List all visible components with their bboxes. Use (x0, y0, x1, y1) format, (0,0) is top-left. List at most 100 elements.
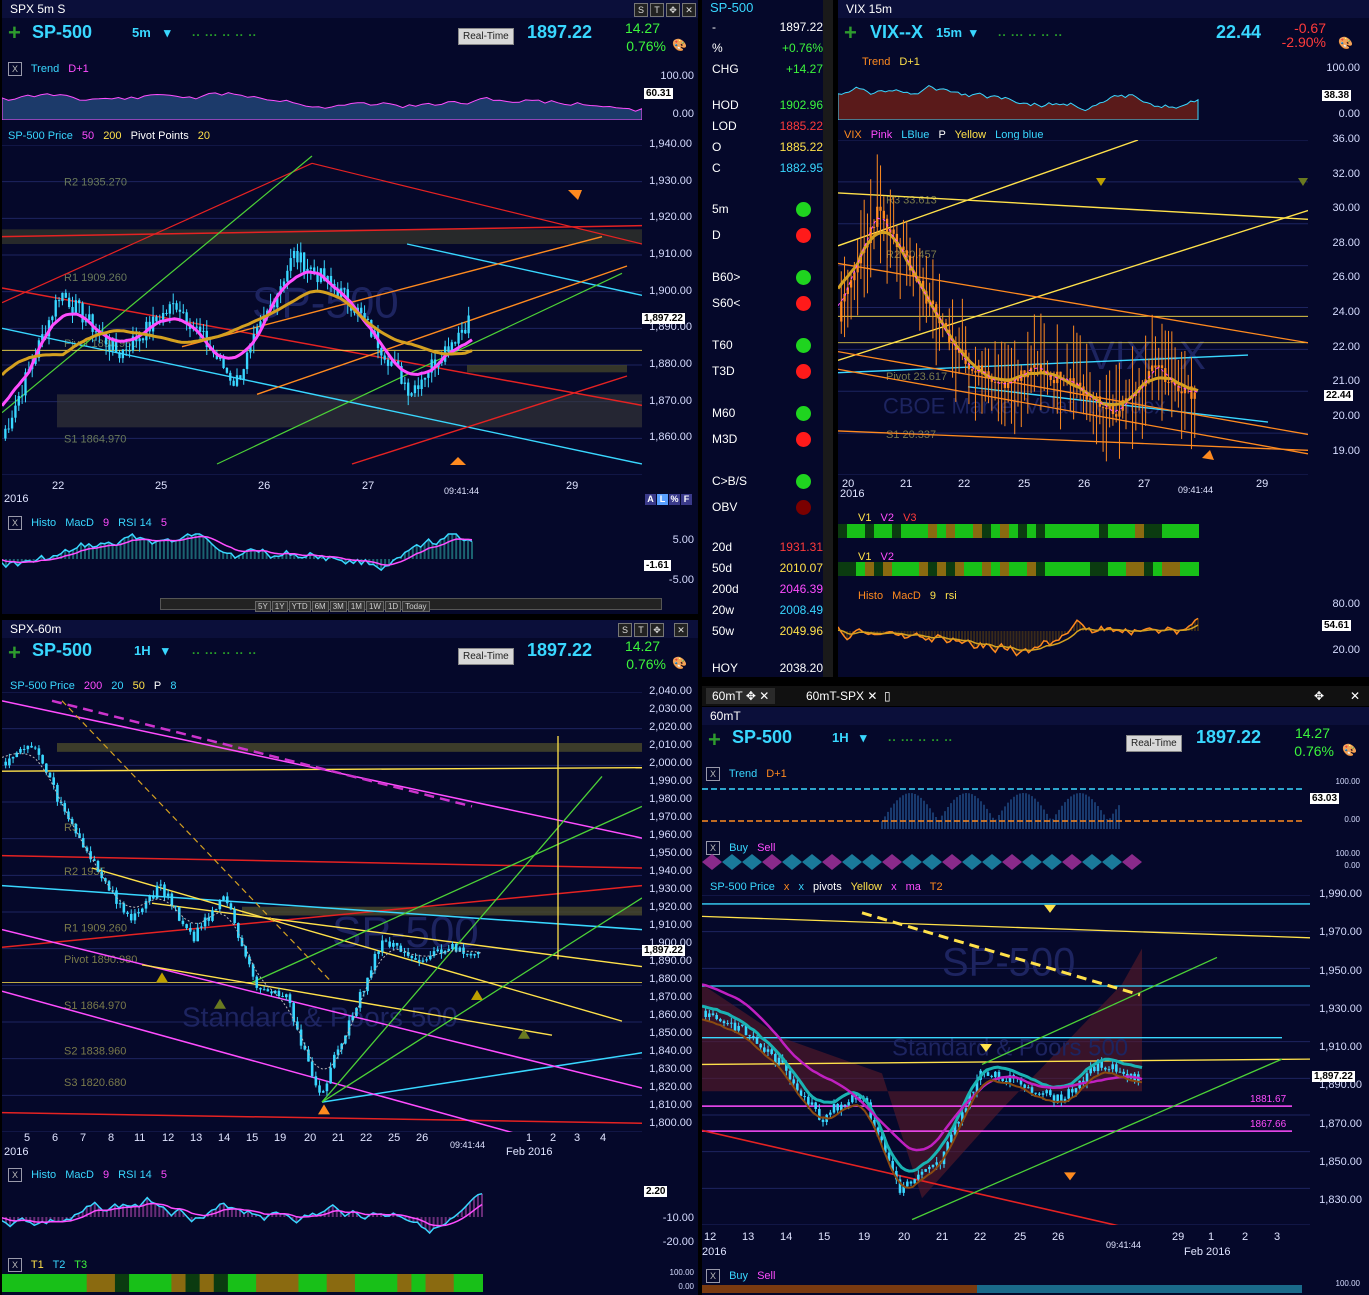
signal-row[interactable]: M60 (712, 406, 823, 422)
palette-icon[interactable]: 🎨 (672, 38, 687, 52)
toggle-a[interactable]: A (645, 494, 656, 505)
legend-item[interactable]: 200 (84, 680, 102, 692)
legend-item[interactable]: SP-500 Price (710, 881, 775, 893)
legend-item[interactable]: 8 (170, 680, 176, 692)
add-icon[interactable]: + (8, 22, 21, 44)
palette-icon[interactable]: 🎨 (672, 656, 687, 670)
settings-icon[interactable]: ✥ (1308, 688, 1330, 704)
t-icon[interactable]: T (650, 3, 664, 17)
range-button[interactable]: Today (402, 601, 430, 612)
signal-row[interactable]: T3D (712, 364, 823, 380)
watch-row[interactable]: CHG +14.27 (712, 62, 823, 78)
pane-titlebar[interactable]: VIX 15m (838, 0, 1369, 18)
range-button[interactable]: 5Y (255, 601, 271, 612)
legend-item[interactable]: P (154, 680, 161, 692)
add-icon[interactable]: + (8, 642, 21, 664)
chevron-down-icon[interactable]: ▾ (970, 25, 977, 41)
ma-row[interactable]: HOY 2038.20 (712, 661, 823, 677)
legend-item[interactable]: SP-500 Price (10, 680, 75, 692)
range-button[interactable]: 3M (329, 601, 347, 612)
close-icon[interactable]: ✕ (682, 3, 696, 17)
legend-item[interactable]: MacD (892, 590, 921, 602)
legend-item[interactable]: 50 (82, 130, 94, 142)
legend-item[interactable]: T1 (31, 1259, 44, 1271)
watch-row[interactable]: HOD 1902.96 (712, 98, 823, 114)
tab-60mt-spx[interactable]: 60mT-SPX ✕ (800, 688, 883, 704)
close-icon[interactable]: X (706, 767, 720, 781)
legend-item[interactable]: SP-500 Price (8, 130, 73, 142)
s-icon[interactable]: S (634, 3, 648, 17)
legend-item[interactable]: Histo (31, 1169, 56, 1181)
legend-item[interactable]: 50 (133, 680, 145, 692)
legend-item[interactable]: Histo (31, 517, 56, 529)
interval-label[interactable]: 15m (936, 25, 962, 40)
symbol-label[interactable]: SP-500 (32, 640, 92, 661)
legend-item[interactable]: T2 (930, 881, 943, 893)
legend-item[interactable]: Yellow (851, 881, 882, 893)
range-button[interactable]: 1M (347, 601, 365, 612)
tab-60mt[interactable]: 60mT ✥ ✕ (706, 688, 776, 704)
toggle-pct[interactable]: % (669, 494, 680, 505)
symbol-label[interactable]: SP-500 (732, 727, 792, 748)
legend-item[interactable]: T3 (74, 1259, 87, 1271)
watch-row[interactable]: LOD 1885.22 (712, 119, 823, 135)
signal-row[interactable]: B60> (712, 270, 823, 286)
close-icon[interactable]: ✕ (674, 623, 688, 637)
range-button[interactable]: 1D (384, 601, 402, 612)
legend-item[interactable]: x (891, 881, 897, 893)
legend-item[interactable]: 9 (103, 1169, 109, 1181)
ma-row[interactable]: 20d 1931.31 (712, 540, 823, 556)
legend-item[interactable]: D+1 (899, 56, 920, 68)
legend-item[interactable]: Buy (729, 1270, 748, 1282)
s-icon[interactable]: S (618, 623, 632, 637)
legend-item[interactable]: 5 (161, 1169, 167, 1181)
signal-row[interactable]: M3D (712, 432, 823, 448)
interval-label[interactable]: 1H (134, 643, 151, 658)
signal-row[interactable]: S60< (712, 296, 823, 312)
scrollbar[interactable] (823, 0, 833, 677)
toggle-f[interactable]: F (681, 494, 692, 505)
pane-titlebar[interactable]: 60mT (702, 707, 1369, 725)
new-tab-icon[interactable]: ▯ (878, 688, 897, 704)
legend-item[interactable]: Trend (862, 56, 890, 68)
signal-row[interactable]: T60 (712, 338, 823, 354)
watch-row[interactable]: % +0.76% (712, 41, 823, 57)
ma-row[interactable]: 200d 2046.39 (712, 582, 823, 598)
range-button[interactable]: YTD (288, 601, 311, 612)
close-icon[interactable]: X (8, 516, 22, 530)
pane-titlebar[interactable]: SPX-60m S T ✥ ✕ (2, 620, 698, 638)
legend-item[interactable]: RSI 14 (118, 517, 152, 529)
toggle-l[interactable]: L (657, 494, 668, 505)
legend-item[interactable]: D+1 (766, 768, 787, 780)
legend-item[interactable]: 200 (103, 130, 121, 142)
close-icon[interactable]: X (8, 1258, 22, 1272)
interval-label[interactable]: 1H (832, 730, 849, 745)
add-icon[interactable]: + (708, 729, 721, 751)
legend-item[interactable]: 20 (111, 680, 123, 692)
watch-row[interactable]: O 1885.22 (712, 140, 823, 156)
legend-item[interactable]: pivots (813, 881, 842, 893)
legend-item[interactable]: x (798, 881, 804, 893)
move-icon[interactable]: ✥ (666, 3, 680, 17)
symbol-label[interactable]: VIX--X (870, 22, 923, 43)
legend-item[interactable]: 9 (103, 517, 109, 529)
legend-item[interactable]: x (784, 881, 790, 893)
legend-item[interactable]: MacD (65, 1169, 94, 1181)
signal-row[interactable]: 5m (712, 202, 823, 218)
legend-item[interactable]: 9 (930, 590, 936, 602)
palette-icon[interactable]: 🎨 (1342, 743, 1357, 757)
signal-row[interactable]: D (712, 228, 823, 244)
legend-item[interactable]: MacD (65, 517, 94, 529)
signal-row[interactable]: C>B/S (712, 474, 823, 490)
range-button[interactable]: 1W (365, 601, 384, 612)
close-icon[interactable]: ✕ (759, 689, 769, 703)
move-icon[interactable]: ✥ (746, 689, 756, 703)
close-icon[interactable]: X (706, 1269, 720, 1283)
symbol-label[interactable]: SP-500 (32, 22, 92, 43)
chevron-down-icon[interactable]: ▾ (162, 643, 169, 659)
chevron-down-icon[interactable]: ▾ (860, 730, 867, 746)
ma-row[interactable]: 50d 2010.07 (712, 561, 823, 577)
move-icon[interactable]: ✥ (650, 623, 664, 637)
legend-item[interactable]: 5 (161, 517, 167, 529)
legend-item[interactable]: 20 (198, 130, 210, 142)
